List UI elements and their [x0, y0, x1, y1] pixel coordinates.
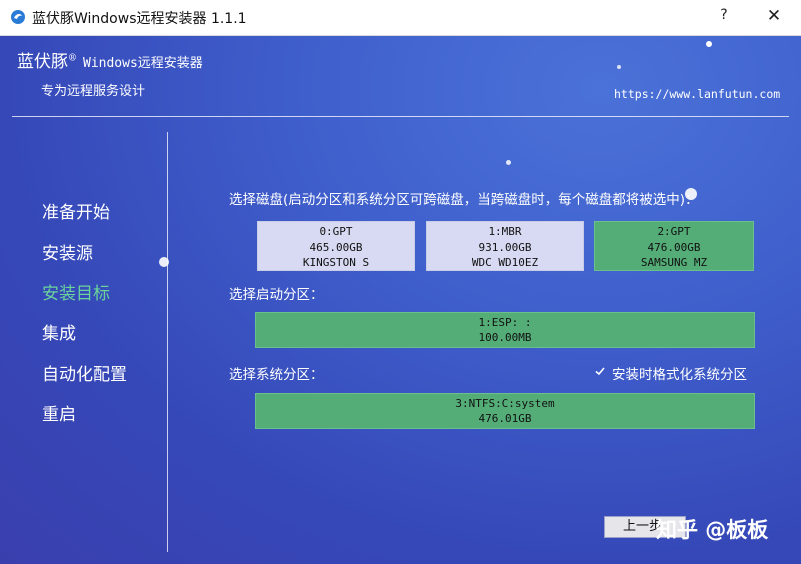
disk-1-model: WDC WD10EZ [471, 256, 539, 269]
decor-dot [617, 65, 621, 69]
format-checkbox-label[interactable]: 安装时格式化系统分区 [612, 363, 747, 383]
disk-1-type: 1:MBR [488, 225, 522, 238]
checkmark-icon [595, 367, 605, 376]
sidebar-item-reboot[interactable]: 重启 [42, 400, 76, 425]
system-partition-label: 选择系统分区： [229, 367, 324, 383]
brand-title: 蓝伏豚® Windows远程安装器 [17, 47, 203, 72]
header-divider [12, 116, 789, 117]
disk-2-button[interactable]: 2:GPT 476.00GB SAMSUNG MZ [594, 221, 754, 271]
app-body: 蓝伏豚® Windows远程安装器 专为远程服务设计 https://www.la… [0, 36, 801, 564]
decor-dot [706, 41, 712, 47]
sidebar-item-integrate[interactable]: 集成 [42, 319, 76, 344]
disk-0-button[interactable]: 0:GPT 465.00GB KINGSTON S [257, 221, 415, 271]
disk-0-size: 465.00GB [309, 240, 363, 254]
system-partition-id: 3:NTFS:C:system [455, 397, 555, 410]
boot-partition-id: 1:ESP: : [478, 316, 532, 329]
disk-1-size: 931.00GB [478, 240, 532, 254]
sidebar-item-automation[interactable]: 自动化配置 [42, 360, 127, 385]
title-bar: 蓝伏豚Windows远程安装器 1.1.1 ? ✕ [0, 0, 801, 36]
brand-name: 蓝伏豚 [17, 52, 68, 72]
system-partition-button[interactable]: 3:NTFS:C:system 476.01GB [255, 393, 755, 429]
help-button[interactable]: ? [716, 7, 732, 23]
disk-select-label: 选择磁盘(启动分区和系统分区可跨磁盘，当跨磁盘时，每个磁盘都将被选中)： [229, 192, 699, 208]
close-button[interactable]: ✕ [764, 6, 784, 26]
slogan: 专为远程服务设计 [41, 84, 146, 99]
disk-0-model: KINGSTON S [302, 256, 370, 269]
disk-1-button[interactable]: 1:MBR 931.00GB WDC WD10EZ [426, 221, 584, 271]
window-title: 蓝伏豚Windows远程安装器 1.1.1 [32, 11, 247, 27]
app-logo-icon [11, 10, 25, 24]
disk-2-type: 2:GPT [657, 225, 691, 238]
website-link[interactable]: https://www.lanfutun.com [614, 87, 780, 101]
disk-2-model: SAMSUNG MZ [640, 256, 708, 269]
sidebar-divider [167, 132, 168, 552]
sidebar-item-target[interactable]: 安装目标 [42, 279, 110, 304]
brand-mark: ® [68, 53, 77, 64]
decor-dot [506, 160, 511, 165]
boot-partition-label: 选择启动分区： [229, 287, 324, 303]
sidebar-item-source[interactable]: 安装源 [42, 239, 93, 264]
boot-partition-button[interactable]: 1:ESP: : 100.00MB [255, 312, 755, 348]
disk-0-type: 0:GPT [319, 225, 353, 238]
format-checkbox[interactable] [594, 365, 606, 377]
sidebar-item-prepare[interactable]: 准备开始 [42, 198, 110, 223]
brand-subtitle: Windows远程安装器 [83, 56, 203, 71]
system-partition-size: 476.01GB [478, 412, 532, 425]
watermark: 知乎 @板板 [656, 518, 769, 542]
disk-2-size: 476.00GB [647, 240, 701, 254]
boot-partition-size: 100.00MB [478, 331, 532, 344]
